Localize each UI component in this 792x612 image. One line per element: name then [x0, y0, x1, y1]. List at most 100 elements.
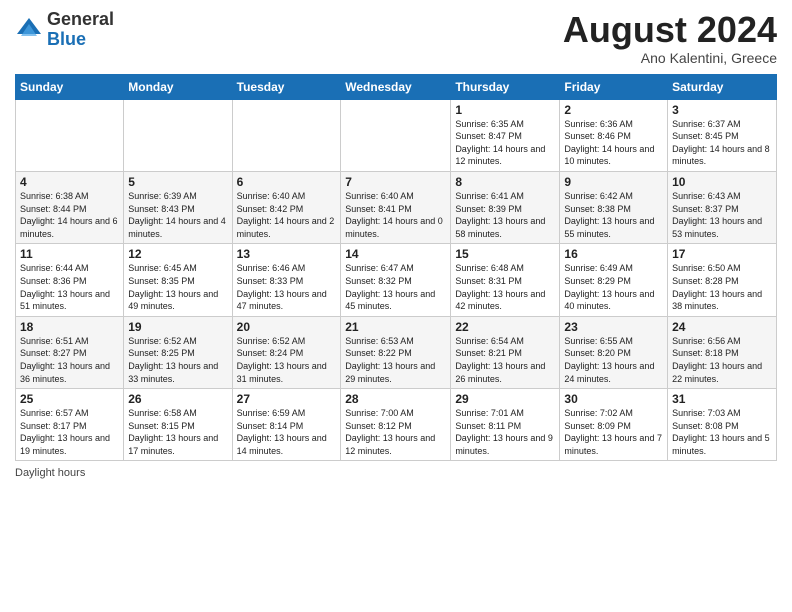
- day-info: Sunrise: 6:40 AM Sunset: 8:42 PM Dayligh…: [237, 190, 337, 240]
- day-info: Sunrise: 6:37 AM Sunset: 8:45 PM Dayligh…: [672, 118, 772, 168]
- day-number: 5: [128, 175, 227, 189]
- day-info: Sunrise: 6:44 AM Sunset: 8:36 PM Dayligh…: [20, 262, 119, 312]
- day-info: Sunrise: 6:50 AM Sunset: 8:28 PM Dayligh…: [672, 262, 772, 312]
- calendar-header-cell: Tuesday: [232, 74, 341, 99]
- day-number: 30: [564, 392, 663, 406]
- day-info: Sunrise: 6:56 AM Sunset: 8:18 PM Dayligh…: [672, 335, 772, 385]
- calendar-cell: 28Sunrise: 7:00 AM Sunset: 8:12 PM Dayli…: [341, 389, 451, 461]
- calendar-cell: 21Sunrise: 6:53 AM Sunset: 8:22 PM Dayli…: [341, 316, 451, 388]
- day-number: 9: [564, 175, 663, 189]
- day-number: 24: [672, 320, 772, 334]
- day-number: 14: [345, 247, 446, 261]
- calendar-week-row: 4Sunrise: 6:38 AM Sunset: 8:44 PM Daylig…: [16, 171, 777, 243]
- day-info: Sunrise: 6:46 AM Sunset: 8:33 PM Dayligh…: [237, 262, 337, 312]
- day-number: 1: [455, 103, 555, 117]
- day-info: Sunrise: 6:35 AM Sunset: 8:47 PM Dayligh…: [455, 118, 555, 168]
- day-info: Sunrise: 7:03 AM Sunset: 8:08 PM Dayligh…: [672, 407, 772, 457]
- calendar-cell: [16, 99, 124, 171]
- day-info: Sunrise: 6:48 AM Sunset: 8:31 PM Dayligh…: [455, 262, 555, 312]
- calendar-cell: 9Sunrise: 6:42 AM Sunset: 8:38 PM Daylig…: [560, 171, 668, 243]
- day-number: 25: [20, 392, 119, 406]
- logo-icon: [15, 16, 43, 44]
- day-number: 29: [455, 392, 555, 406]
- day-number: 31: [672, 392, 772, 406]
- calendar-week-row: 1Sunrise: 6:35 AM Sunset: 8:47 PM Daylig…: [16, 99, 777, 171]
- calendar-cell: 4Sunrise: 6:38 AM Sunset: 8:44 PM Daylig…: [16, 171, 124, 243]
- calendar-week-row: 18Sunrise: 6:51 AM Sunset: 8:27 PM Dayli…: [16, 316, 777, 388]
- day-info: Sunrise: 6:54 AM Sunset: 8:21 PM Dayligh…: [455, 335, 555, 385]
- calendar-cell: 20Sunrise: 6:52 AM Sunset: 8:24 PM Dayli…: [232, 316, 341, 388]
- day-number: 16: [564, 247, 663, 261]
- calendar-cell: 3Sunrise: 6:37 AM Sunset: 8:45 PM Daylig…: [668, 99, 777, 171]
- calendar-cell: 15Sunrise: 6:48 AM Sunset: 8:31 PM Dayli…: [451, 244, 560, 316]
- day-info: Sunrise: 6:39 AM Sunset: 8:43 PM Dayligh…: [128, 190, 227, 240]
- logo: General Blue: [15, 10, 114, 50]
- calendar-header-cell: Sunday: [16, 74, 124, 99]
- calendar-table: SundayMondayTuesdayWednesdayThursdayFrid…: [15, 74, 777, 462]
- day-number: 26: [128, 392, 227, 406]
- calendar-header-cell: Saturday: [668, 74, 777, 99]
- day-number: 18: [20, 320, 119, 334]
- day-number: 23: [564, 320, 663, 334]
- calendar-cell: 13Sunrise: 6:46 AM Sunset: 8:33 PM Dayli…: [232, 244, 341, 316]
- logo-blue: Blue: [47, 29, 86, 49]
- day-info: Sunrise: 6:45 AM Sunset: 8:35 PM Dayligh…: [128, 262, 227, 312]
- day-info: Sunrise: 6:59 AM Sunset: 8:14 PM Dayligh…: [237, 407, 337, 457]
- day-info: Sunrise: 6:58 AM Sunset: 8:15 PM Dayligh…: [128, 407, 227, 457]
- day-info: Sunrise: 6:40 AM Sunset: 8:41 PM Dayligh…: [345, 190, 446, 240]
- day-info: Sunrise: 6:52 AM Sunset: 8:24 PM Dayligh…: [237, 335, 337, 385]
- calendar-cell: 29Sunrise: 7:01 AM Sunset: 8:11 PM Dayli…: [451, 389, 560, 461]
- calendar-header-cell: Wednesday: [341, 74, 451, 99]
- day-info: Sunrise: 6:43 AM Sunset: 8:37 PM Dayligh…: [672, 190, 772, 240]
- day-number: 8: [455, 175, 555, 189]
- day-number: 7: [345, 175, 446, 189]
- day-number: 6: [237, 175, 337, 189]
- day-info: Sunrise: 6:53 AM Sunset: 8:22 PM Dayligh…: [345, 335, 446, 385]
- day-number: 15: [455, 247, 555, 261]
- day-number: 17: [672, 247, 772, 261]
- calendar-header-row: SundayMondayTuesdayWednesdayThursdayFrid…: [16, 74, 777, 99]
- calendar-cell: 10Sunrise: 6:43 AM Sunset: 8:37 PM Dayli…: [668, 171, 777, 243]
- day-number: 12: [128, 247, 227, 261]
- calendar-cell: 22Sunrise: 6:54 AM Sunset: 8:21 PM Dayli…: [451, 316, 560, 388]
- day-info: Sunrise: 6:36 AM Sunset: 8:46 PM Dayligh…: [564, 118, 663, 168]
- day-info: Sunrise: 7:02 AM Sunset: 8:09 PM Dayligh…: [564, 407, 663, 457]
- day-number: 22: [455, 320, 555, 334]
- calendar-cell: 18Sunrise: 6:51 AM Sunset: 8:27 PM Dayli…: [16, 316, 124, 388]
- calendar-cell: 12Sunrise: 6:45 AM Sunset: 8:35 PM Dayli…: [124, 244, 232, 316]
- day-info: Sunrise: 6:42 AM Sunset: 8:38 PM Dayligh…: [564, 190, 663, 240]
- calendar-week-row: 25Sunrise: 6:57 AM Sunset: 8:17 PM Dayli…: [16, 389, 777, 461]
- calendar-header-cell: Monday: [124, 74, 232, 99]
- daylight-label: Daylight hours: [15, 467, 85, 479]
- calendar-cell: 26Sunrise: 6:58 AM Sunset: 8:15 PM Dayli…: [124, 389, 232, 461]
- day-info: Sunrise: 6:49 AM Sunset: 8:29 PM Dayligh…: [564, 262, 663, 312]
- calendar-cell: 25Sunrise: 6:57 AM Sunset: 8:17 PM Dayli…: [16, 389, 124, 461]
- day-number: 19: [128, 320, 227, 334]
- calendar-cell: 16Sunrise: 6:49 AM Sunset: 8:29 PM Dayli…: [560, 244, 668, 316]
- calendar-cell: 8Sunrise: 6:41 AM Sunset: 8:39 PM Daylig…: [451, 171, 560, 243]
- calendar-cell: 17Sunrise: 6:50 AM Sunset: 8:28 PM Dayli…: [668, 244, 777, 316]
- day-info: Sunrise: 6:55 AM Sunset: 8:20 PM Dayligh…: [564, 335, 663, 385]
- calendar-cell: 11Sunrise: 6:44 AM Sunset: 8:36 PM Dayli…: [16, 244, 124, 316]
- title-block: August 2024 Ano Kalentini, Greece: [563, 10, 777, 66]
- calendar-header-cell: Thursday: [451, 74, 560, 99]
- day-info: Sunrise: 7:01 AM Sunset: 8:11 PM Dayligh…: [455, 407, 555, 457]
- logo-text: General Blue: [47, 10, 114, 50]
- calendar-week-row: 11Sunrise: 6:44 AM Sunset: 8:36 PM Dayli…: [16, 244, 777, 316]
- title-month: August 2024: [563, 10, 777, 50]
- day-info: Sunrise: 6:47 AM Sunset: 8:32 PM Dayligh…: [345, 262, 446, 312]
- calendar-cell: 24Sunrise: 6:56 AM Sunset: 8:18 PM Dayli…: [668, 316, 777, 388]
- day-number: 2: [564, 103, 663, 117]
- calendar-cell: 7Sunrise: 6:40 AM Sunset: 8:41 PM Daylig…: [341, 171, 451, 243]
- day-info: Sunrise: 6:52 AM Sunset: 8:25 PM Dayligh…: [128, 335, 227, 385]
- day-info: Sunrise: 6:57 AM Sunset: 8:17 PM Dayligh…: [20, 407, 119, 457]
- calendar-cell: 31Sunrise: 7:03 AM Sunset: 8:08 PM Dayli…: [668, 389, 777, 461]
- calendar-cell: 19Sunrise: 6:52 AM Sunset: 8:25 PM Dayli…: [124, 316, 232, 388]
- calendar-cell: 27Sunrise: 6:59 AM Sunset: 8:14 PM Dayli…: [232, 389, 341, 461]
- calendar-cell: [232, 99, 341, 171]
- calendar-cell: 14Sunrise: 6:47 AM Sunset: 8:32 PM Dayli…: [341, 244, 451, 316]
- calendar-cell: [341, 99, 451, 171]
- day-info: Sunrise: 7:00 AM Sunset: 8:12 PM Dayligh…: [345, 407, 446, 457]
- calendar-cell: [124, 99, 232, 171]
- calendar-cell: 6Sunrise: 6:40 AM Sunset: 8:42 PM Daylig…: [232, 171, 341, 243]
